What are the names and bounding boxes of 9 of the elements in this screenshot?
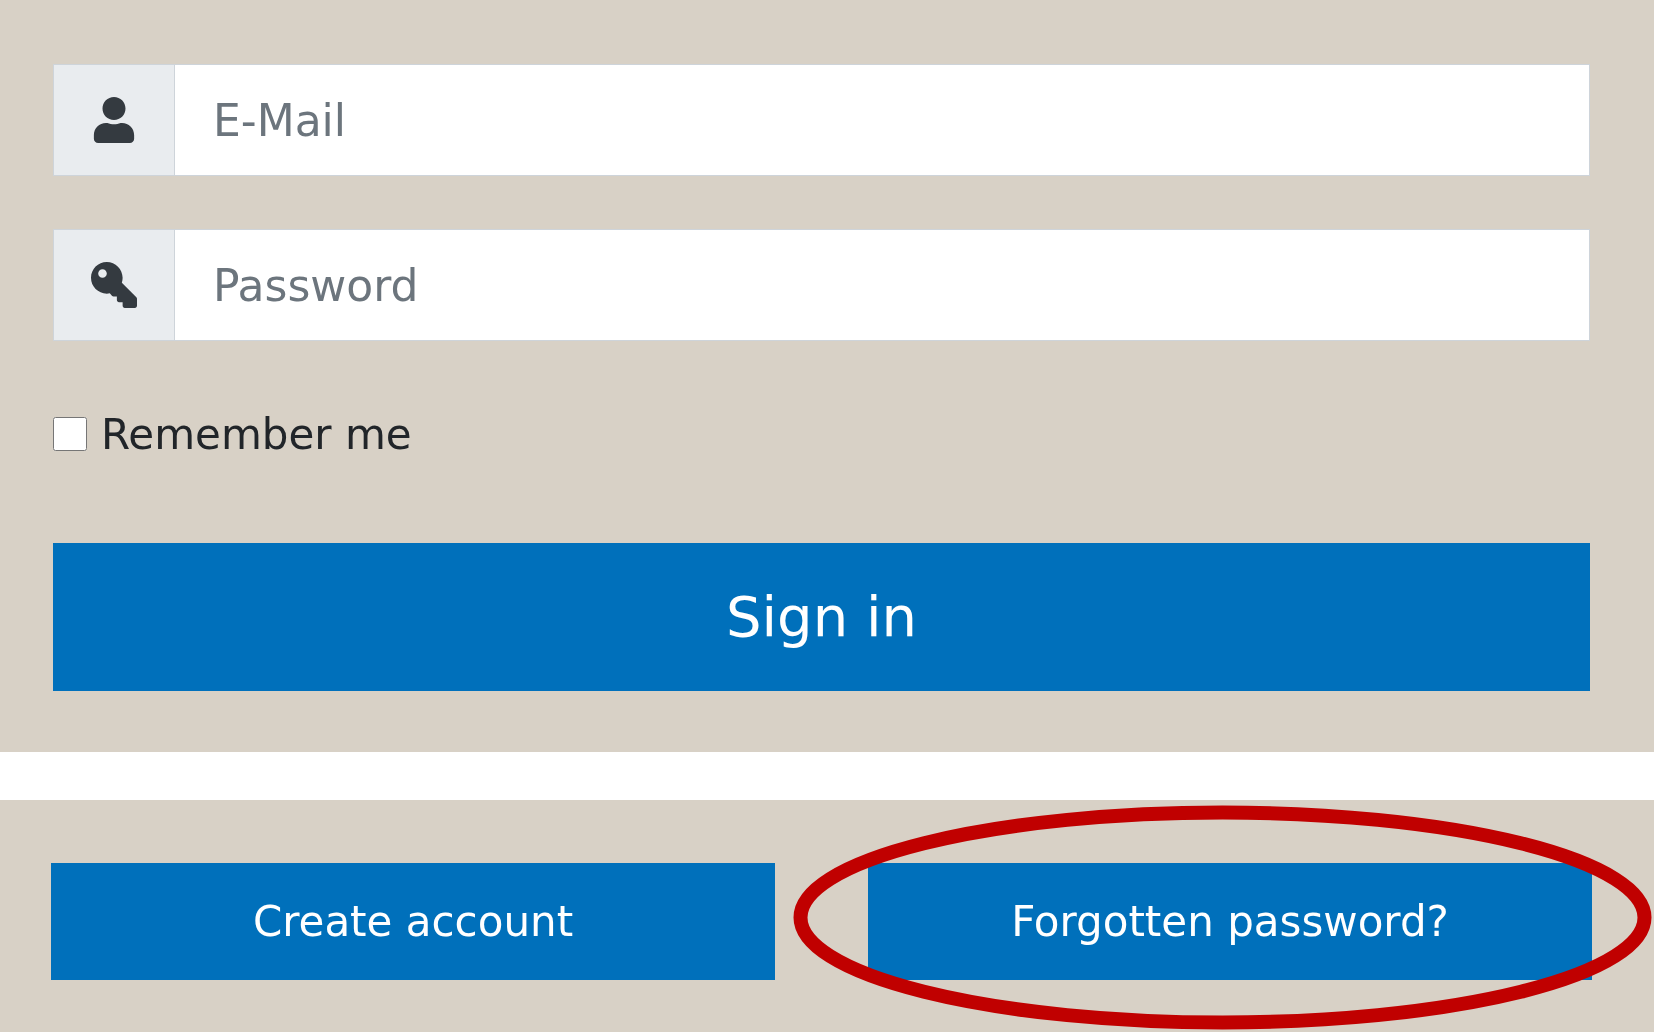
- key-icon: [91, 262, 137, 308]
- password-field[interactable]: Password: [175, 229, 1590, 341]
- remember-checkbox[interactable]: [53, 417, 87, 451]
- email-field[interactable]: E-Mail: [175, 64, 1590, 176]
- remember-label: Remember me: [101, 408, 412, 461]
- sign-in-button[interactable]: Sign in: [53, 543, 1590, 691]
- forgotten-password-button[interactable]: Forgotten password?: [868, 863, 1592, 980]
- create-account-button[interactable]: Create account: [51, 863, 775, 980]
- user-icon: [91, 97, 137, 143]
